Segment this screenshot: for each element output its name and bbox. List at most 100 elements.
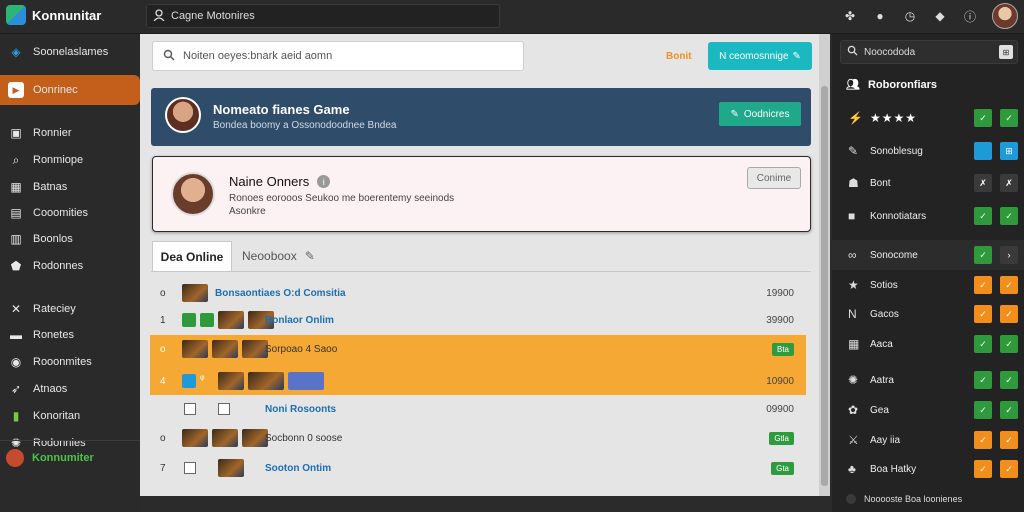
right-search-input[interactable]: Noocododa ⊞: [840, 40, 1018, 64]
toggle-button[interactable]: ✓: [974, 109, 992, 127]
row-checkbox[interactable]: [184, 462, 196, 474]
toggle-button[interactable]: ✓: [1000, 305, 1018, 323]
table-row[interactable]: 1 Bonlaor Onlim 39900: [150, 309, 806, 331]
table-row[interactable]: Noni Rosoonts 09900: [150, 398, 806, 420]
info-icon[interactable]: i: [317, 175, 331, 188]
toggle-button[interactable]: ⊞: [1000, 142, 1018, 160]
banner-button[interactable]: ✎ Oodnicres: [719, 102, 801, 126]
info-icon[interactable]: ⓘ: [962, 8, 978, 24]
right-list-item[interactable]: ■ Konnotiatars ✓ ✓: [832, 202, 1024, 230]
right-list-item[interactable]: ★ Sotios ✓ ✓: [832, 271, 1024, 299]
primary-action-button[interactable]: N ceomosnnige ✎: [708, 42, 812, 70]
toggle-button[interactable]: ✓: [1000, 460, 1018, 478]
toggle-button[interactable]: ✗: [1000, 174, 1018, 192]
sidebar-item-active[interactable]: ▶ Oonrinec: [0, 75, 140, 105]
sidebar-item-9[interactable]: ◉ Rooonmites: [0, 350, 140, 374]
right-list-item[interactable]: ✎ Sonoblesug ⊞: [832, 137, 1024, 165]
puzzle-icon[interactable]: ✤: [842, 8, 858, 24]
toggle-button[interactable]: ✓: [974, 335, 992, 353]
sidebar-item-label: Cooomities: [33, 207, 89, 219]
table-row[interactable]: o Bonsaontiaes O:d Comsitia 19900: [150, 282, 806, 304]
toggle-button[interactable]: ›: [1000, 246, 1018, 264]
table-row[interactable]: 4 ᵠ 10900: [150, 370, 806, 392]
right-list-item[interactable]: ⚔ Aay iia ✓ ✓: [832, 426, 1024, 454]
sidebar-footer[interactable]: Konnumiter: [6, 449, 94, 467]
tag-icon[interactable]: ◆: [932, 8, 948, 24]
row-label[interactable]: Sooton Ontim: [265, 463, 331, 474]
toggle-button[interactable]: ✓: [1000, 109, 1018, 127]
sidebar-item-11[interactable]: ▮ Konoritan: [0, 404, 140, 428]
toggle-button[interactable]: ✓: [974, 401, 992, 419]
sidebar-item-3[interactable]: ▦ Batnas: [0, 175, 140, 199]
toggle-button[interactable]: ✓: [974, 207, 992, 225]
sidebar-item-10[interactable]: ➶ Atnaos: [0, 377, 140, 401]
toggle-button[interactable]: ✓: [1000, 276, 1018, 294]
right-list-item[interactable]: ⚡ ★★★★ ✓ ✓: [832, 104, 1024, 132]
right-list-item[interactable]: ∞ Sonocome ✓ ›: [832, 241, 1024, 269]
toggle-button[interactable]: ✓: [1000, 335, 1018, 353]
tab-secondary[interactable]: Neooboox ✎: [240, 241, 320, 271]
row-label[interactable]: Bonsaontiaes O:d Comsitia: [215, 288, 346, 299]
toggle-button[interactable]: ✓: [1000, 431, 1018, 449]
right-footer[interactable]: Nooooste Boa loonienes: [846, 494, 962, 504]
row-label[interactable]: Socbonn 0 soose: [265, 433, 342, 444]
right-list-item[interactable]: ✺ Aatra ✓ ✓: [832, 366, 1024, 394]
orange-link[interactable]: Bonit: [666, 51, 692, 62]
right-list-item[interactable]: ♣ Boa Hatky ✓ ✓: [832, 455, 1024, 483]
chat-icon[interactable]: ●: [872, 8, 888, 24]
right-list-item[interactable]: ☗ Bont ✗ ✗: [832, 169, 1024, 197]
search-icon: [163, 49, 175, 64]
sidebar-item-label: Ronetes: [33, 329, 74, 341]
top-search-input[interactable]: Cagne Motonires: [146, 4, 500, 28]
sidebar-item-6[interactable]: ⬟ Rodonnes: [0, 254, 140, 278]
sidebar-item-4[interactable]: ▤ Cooomities: [0, 201, 140, 225]
toggle-button[interactable]: ✗: [974, 174, 992, 192]
toggle-button[interactable]: ✓: [974, 460, 992, 478]
profile-card-button[interactable]: Conime: [747, 167, 801, 189]
right-list-item[interactable]: N Gacos ✓ ✓: [832, 300, 1024, 328]
sidebar-item-7[interactable]: ✕ Rateciey: [0, 297, 140, 321]
right-list-item[interactable]: ✿ Gea ✓ ✓: [832, 396, 1024, 424]
right-item-label: Konnotiatars: [870, 210, 927, 222]
row-checkbox[interactable]: [218, 403, 230, 415]
toggle-button[interactable]: ✓: [974, 371, 992, 389]
sidebar-item-8[interactable]: ▬ Ronetes: [0, 323, 140, 347]
sidebar-item-5[interactable]: ▥ Boonlos: [0, 227, 140, 251]
clear-icon[interactable]: ⊞: [999, 45, 1013, 59]
main-search-input[interactable]: Noiten oeyes:bnark aeid aomn: [152, 41, 524, 71]
row-label[interactable]: Bonlaor Onlim: [265, 315, 334, 326]
row-label[interactable]: Sorpoao 4 Saoo: [265, 344, 337, 355]
sidebar-item-2[interactable]: ⌕ Ronmiope: [0, 148, 140, 172]
toggle-button[interactable]: ✓: [974, 431, 992, 449]
status-badge: Bta: [771, 342, 794, 356]
toggle-button[interactable]: ✓: [974, 246, 992, 264]
row-checkbox[interactable]: [184, 403, 196, 415]
clock-icon[interactable]: ◷: [902, 8, 918, 24]
game-thumbnail: [218, 311, 244, 329]
table-row[interactable]: o Socbonn 0 soose Gtla: [150, 427, 806, 449]
toggle-button[interactable]: ✓: [974, 305, 992, 323]
profile-description: Ronoes eorooos Seukoo me boerentemy seei…: [229, 193, 455, 204]
right-item-label: Bont: [870, 177, 891, 189]
toggle-button[interactable]: ✓: [1000, 401, 1018, 419]
toggle-button[interactable]: [974, 142, 992, 160]
badge-icon: [200, 313, 214, 327]
primary-action-label: N ceomosnnige: [719, 50, 789, 62]
toggle-button[interactable]: ✓: [1000, 207, 1018, 225]
table-row[interactable]: 7 Sooton Ontim Gta: [150, 457, 806, 479]
pencil-icon: ✎: [792, 50, 801, 62]
toggle-button[interactable]: ✓: [1000, 371, 1018, 389]
table-row[interactable]: o Sorpoao 4 Saoo Bta: [150, 338, 806, 360]
right-item-label: ★★★★: [870, 111, 918, 125]
right-list-item[interactable]: ▦ Aaca ✓ ✓: [832, 330, 1024, 358]
sidebar-item-label: Konoritan: [33, 410, 81, 422]
main-scrollbar[interactable]: [819, 34, 830, 496]
sidebar-item-1[interactable]: ▣ Ronnier: [0, 121, 140, 145]
user-avatar[interactable]: [992, 3, 1018, 29]
sidebar-header[interactable]: ◈ Soonelaslames: [0, 40, 140, 64]
app-brand[interactable]: Konnunitar: [6, 5, 101, 25]
tab-online[interactable]: Dea Online: [152, 241, 232, 271]
toggle-button[interactable]: ✓: [974, 276, 992, 294]
row-label[interactable]: Noni Rosoonts: [265, 404, 336, 415]
scroll-thumb[interactable]: [821, 86, 828, 486]
